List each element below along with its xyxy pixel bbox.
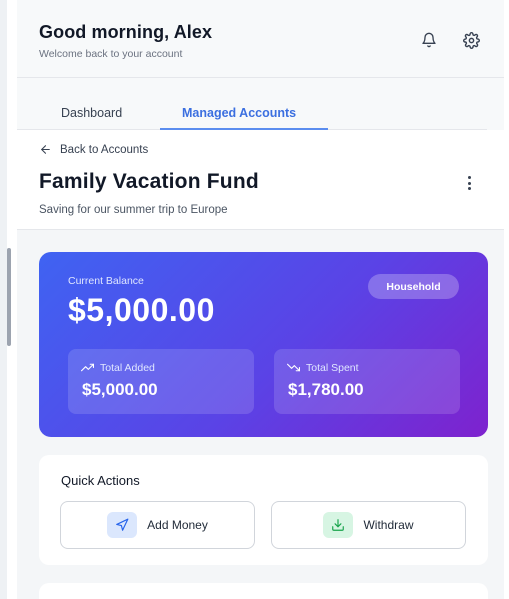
next-section-card (39, 583, 488, 599)
current-balance-label: Current Balance (68, 275, 144, 287)
total-spent-value: $1,780.00 (288, 380, 364, 399)
bell-icon[interactable] (419, 30, 439, 50)
scrollbar-thumb[interactable] (7, 248, 11, 346)
send-icon (107, 512, 138, 538)
balance-card: Current Balance $5,000.00 Household Tota… (39, 252, 488, 437)
add-money-button[interactable]: Add Money (60, 501, 255, 549)
withdraw-label: Withdraw (363, 518, 414, 532)
back-to-accounts-link[interactable]: Back to Accounts (39, 143, 148, 156)
window-edge (0, 0, 7, 599)
app-panel: Good morning, Alex Welcome back to your … (17, 0, 504, 599)
account-header: Back to Accounts Family Vacation Fund Sa… (17, 130, 504, 230)
trending-up-icon (81, 363, 94, 372)
withdraw-button[interactable]: Withdraw (271, 501, 466, 549)
total-added-label: Total Added (100, 361, 155, 374)
total-spent-label: Total Spent (306, 361, 359, 374)
account-title: Family Vacation Fund (39, 170, 259, 193)
tab-bar: Dashboard Managed Accounts (17, 78, 504, 130)
back-label: Back to Accounts (60, 143, 149, 156)
gear-icon[interactable] (461, 30, 481, 50)
greeting: Good morning, Alex (39, 22, 213, 42)
total-added-value: $5,000.00 (82, 380, 158, 399)
current-balance-amount: $5,000.00 (68, 292, 215, 328)
trending-down-icon (287, 363, 300, 372)
download-icon (323, 512, 354, 538)
add-money-label: Add Money (147, 518, 208, 532)
quick-actions-title: Quick Actions (61, 473, 140, 488)
tab-managed-accounts[interactable]: Managed Accounts (182, 106, 296, 120)
total-spent-panel: Total Spent $1,780.00 (274, 349, 460, 414)
arrow-left-icon (41, 145, 50, 154)
tab-dashboard[interactable]: Dashboard (61, 106, 122, 120)
total-added-panel: Total Added $5,000.00 (68, 349, 254, 414)
account-description: Saving for our summer trip to Europe (39, 204, 228, 216)
more-options-icon[interactable] (461, 174, 477, 192)
welcome-subtitle: Welcome back to your account (39, 48, 183, 60)
household-badge: Household (368, 274, 459, 299)
header: Good morning, Alex Welcome back to your … (17, 0, 504, 78)
quick-actions-card: Quick Actions Add Money Withdraw (39, 455, 488, 565)
